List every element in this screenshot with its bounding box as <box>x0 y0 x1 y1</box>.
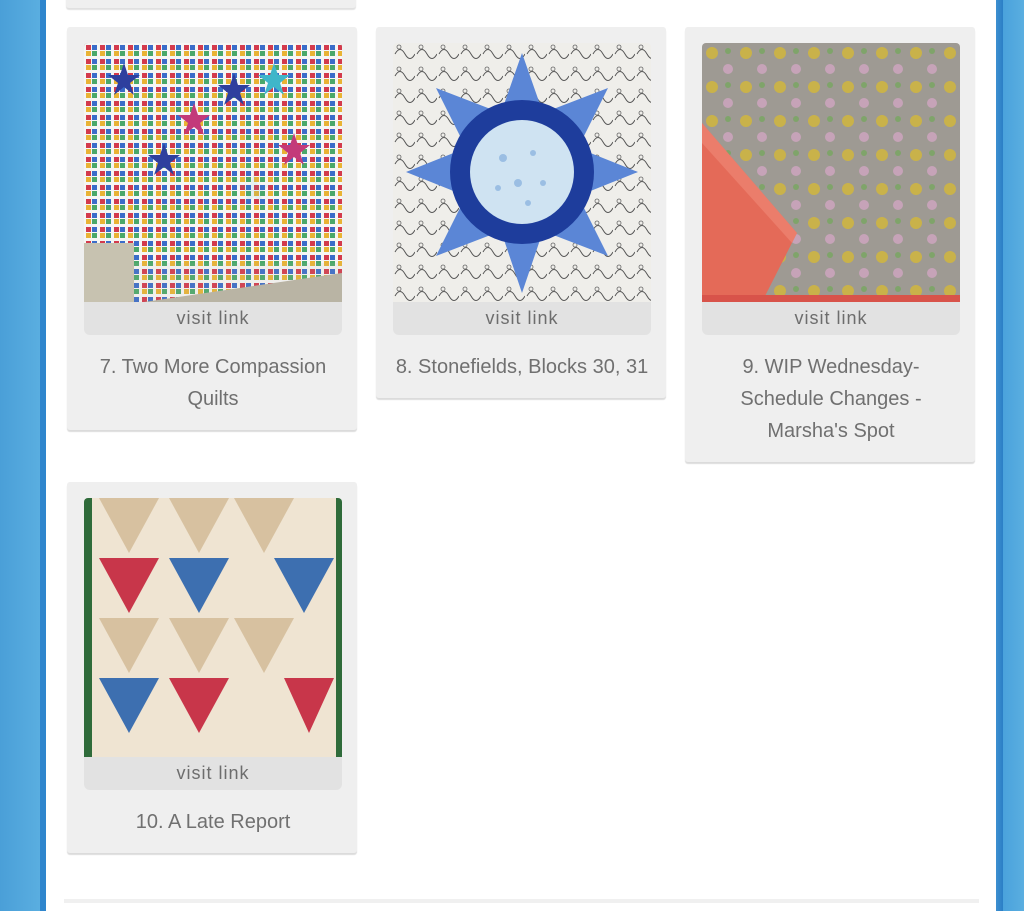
previous-card-edge <box>66 0 356 8</box>
link-title[interactable]: 7. Two More Compassion Quilts <box>84 351 342 415</box>
compassion-quilt-image <box>84 43 342 302</box>
wip-quilt-image <box>702 43 960 302</box>
link-thumbnail-8[interactable] <box>393 43 651 302</box>
link-card-8: visit link 8. Stonefields, Blocks 30, 31 <box>376 27 666 398</box>
section-divider <box>64 899 979 903</box>
visit-link-button[interactable]: visit link <box>84 757 342 790</box>
link-card-7: visit link 7. Two More Compassion Quilts <box>67 27 357 430</box>
link-thumbnail-10[interactable] <box>84 498 342 757</box>
linkup-page: visit link 7. Two More Compassion Quilts <box>46 0 996 911</box>
link-thumbnail-9[interactable] <box>702 43 960 302</box>
late-report-quilt-image <box>84 498 342 757</box>
link-title[interactable]: 9. WIP Wednesday- Schedule Changes - Mar… <box>702 351 960 447</box>
link-title[interactable]: 10. A Late Report <box>84 806 342 838</box>
visit-link-button[interactable]: visit link <box>702 302 960 335</box>
link-card-10: visit link 10. A Late Report <box>67 482 357 853</box>
visit-link-button[interactable]: visit link <box>393 302 651 335</box>
link-title[interactable]: 8. Stonefields, Blocks 30, 31 <box>393 351 651 383</box>
link-card-9: visit link 9. WIP Wednesday- Schedule Ch… <box>685 27 975 462</box>
visit-link-button[interactable]: visit link <box>84 302 342 335</box>
link-thumbnail-7[interactable] <box>84 43 342 302</box>
stonefields-block-image <box>393 43 651 302</box>
